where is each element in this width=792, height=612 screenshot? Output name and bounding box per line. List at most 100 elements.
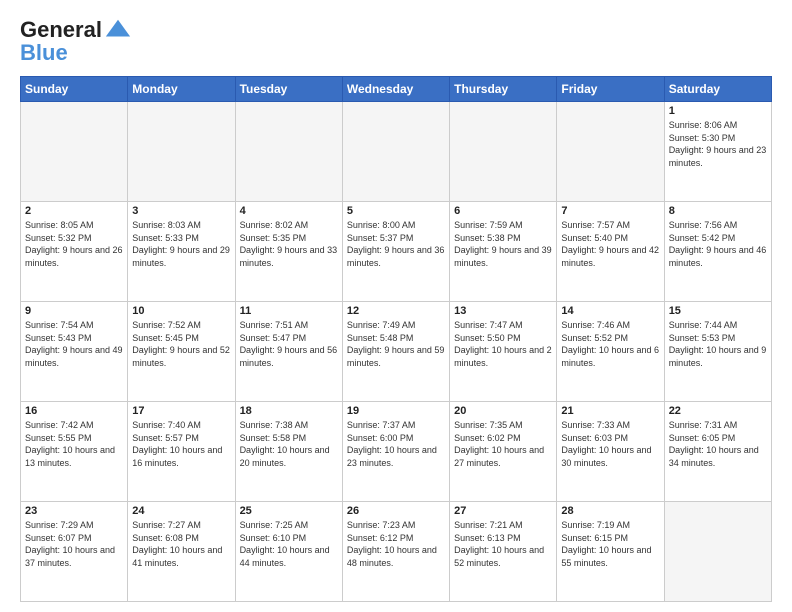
day-info: Sunrise: 8:02 AM Sunset: 5:35 PM Dayligh… — [240, 219, 338, 269]
day-info: Sunrise: 7:49 AM Sunset: 5:48 PM Dayligh… — [347, 319, 445, 369]
day-info: Sunrise: 7:19 AM Sunset: 6:15 PM Dayligh… — [561, 519, 659, 569]
day-number: 28 — [561, 505, 659, 517]
day-number: 11 — [240, 305, 338, 317]
day-cell: 11 Sunrise: 7:51 AM Sunset: 5:47 PM Dayli… — [235, 302, 342, 402]
day-info: Sunrise: 8:06 AM Sunset: 5:30 PM Dayligh… — [669, 119, 767, 169]
day-cell: 3 Sunrise: 8:03 AM Sunset: 5:33 PM Daylig… — [128, 202, 235, 302]
day-info: Sunrise: 7:59 AM Sunset: 5:38 PM Dayligh… — [454, 219, 552, 269]
day-info: Sunrise: 7:25 AM Sunset: 6:10 PM Dayligh… — [240, 519, 338, 569]
header: General Blue — [20, 16, 772, 66]
day-number: 10 — [132, 305, 230, 317]
day-cell — [342, 102, 449, 202]
day-cell: 27 Sunrise: 7:21 AM Sunset: 6:13 PM Dayli… — [450, 502, 557, 602]
day-number: 7 — [561, 205, 659, 217]
day-cell: 5Sunrise: 8:00 AM Sunset: 5:37 PM Daylig… — [342, 202, 449, 302]
day-info: Sunrise: 7:51 AM Sunset: 5:47 PM Dayligh… — [240, 319, 338, 369]
day-info: Sunrise: 7:46 AM Sunset: 5:52 PM Dayligh… — [561, 319, 659, 369]
day-number: 23 — [25, 505, 123, 517]
week-row-4: 16 Sunrise: 7:42 AM Sunset: 5:55 PM Dayli… — [21, 402, 772, 502]
day-cell: 18Sunrise: 7:38 AM Sunset: 5:58 PM Dayli… — [235, 402, 342, 502]
day-info: Sunrise: 8:00 AM Sunset: 5:37 PM Dayligh… — [347, 219, 445, 269]
calendar: SundayMondayTuesdayWednesdayThursdayFrid… — [20, 76, 772, 602]
day-cell: 13 Sunrise: 7:47 AM Sunset: 5:50 PM Dayli… — [450, 302, 557, 402]
day-number: 1 — [669, 105, 767, 117]
weekday-header-sunday: Sunday — [21, 77, 128, 102]
day-number: 8 — [669, 205, 767, 217]
day-cell: 14Sunrise: 7:46 AM Sunset: 5:52 PM Dayli… — [557, 302, 664, 402]
day-info: Sunrise: 7:42 AM Sunset: 5:55 PM Dayligh… — [25, 419, 123, 469]
day-number: 13 — [454, 305, 552, 317]
day-cell: 22 Sunrise: 7:31 AM Sunset: 6:05 PM Dayli… — [664, 402, 771, 502]
day-number: 22 — [669, 405, 767, 417]
day-info: Sunrise: 7:33 AM Sunset: 6:03 PM Dayligh… — [561, 419, 659, 469]
day-cell: 12 Sunrise: 7:49 AM Sunset: 5:48 PM Dayli… — [342, 302, 449, 402]
day-info: Sunrise: 7:56 AM Sunset: 5:42 PM Dayligh… — [669, 219, 767, 269]
page: General Blue SundayMondayTuesdayWednesda… — [0, 0, 792, 612]
day-cell: 15 Sunrise: 7:44 AM Sunset: 5:53 PM Dayli… — [664, 302, 771, 402]
day-cell — [450, 102, 557, 202]
day-info: Sunrise: 7:44 AM Sunset: 5:53 PM Dayligh… — [669, 319, 767, 369]
day-info: Sunrise: 7:23 AM Sunset: 6:12 PM Dayligh… — [347, 519, 445, 569]
day-number: 27 — [454, 505, 552, 517]
day-info: Sunrise: 7:52 AM Sunset: 5:45 PM Dayligh… — [132, 319, 230, 369]
day-cell — [557, 102, 664, 202]
day-cell: 25 Sunrise: 7:25 AM Sunset: 6:10 PM Dayli… — [235, 502, 342, 602]
day-number: 25 — [240, 505, 338, 517]
day-cell: 17Sunrise: 7:40 AM Sunset: 5:57 PM Dayli… — [128, 402, 235, 502]
day-cell: 19Sunrise: 7:37 AM Sunset: 6:00 PM Dayli… — [342, 402, 449, 502]
day-info: Sunrise: 8:03 AM Sunset: 5:33 PM Dayligh… — [132, 219, 230, 269]
weekday-header-row: SundayMondayTuesdayWednesdayThursdayFrid… — [21, 77, 772, 102]
week-row-2: 2 Sunrise: 8:05 AM Sunset: 5:32 PM Daylig… — [21, 202, 772, 302]
day-info: Sunrise: 7:31 AM Sunset: 6:05 PM Dayligh… — [669, 419, 767, 469]
day-info: Sunrise: 7:27 AM Sunset: 6:08 PM Dayligh… — [132, 519, 230, 569]
day-number: 2 — [25, 205, 123, 217]
weekday-header-saturday: Saturday — [664, 77, 771, 102]
day-number: 4 — [240, 205, 338, 217]
weekday-header-thursday: Thursday — [450, 77, 557, 102]
weekday-header-tuesday: Tuesday — [235, 77, 342, 102]
day-number: 18 — [240, 405, 338, 417]
day-cell: 24 Sunrise: 7:27 AM Sunset: 6:08 PM Dayli… — [128, 502, 235, 602]
week-row-1: 1 Sunrise: 8:06 AM Sunset: 5:30 PM Daylig… — [21, 102, 772, 202]
day-cell: 9 Sunrise: 7:54 AM Sunset: 5:43 PM Daylig… — [21, 302, 128, 402]
day-info: Sunrise: 7:29 AM Sunset: 6:07 PM Dayligh… — [25, 519, 123, 569]
day-cell: 6 Sunrise: 7:59 AM Sunset: 5:38 PM Daylig… — [450, 202, 557, 302]
day-number: 9 — [25, 305, 123, 317]
day-info: Sunrise: 7:57 AM Sunset: 5:40 PM Dayligh… — [561, 219, 659, 269]
day-cell — [128, 102, 235, 202]
logo: General Blue — [20, 16, 132, 66]
weekday-header-friday: Friday — [557, 77, 664, 102]
day-info: Sunrise: 7:35 AM Sunset: 6:02 PM Dayligh… — [454, 419, 552, 469]
day-number: 26 — [347, 505, 445, 517]
day-cell: 23 Sunrise: 7:29 AM Sunset: 6:07 PM Dayli… — [21, 502, 128, 602]
day-number: 15 — [669, 305, 767, 317]
day-info: Sunrise: 8:05 AM Sunset: 5:32 PM Dayligh… — [25, 219, 123, 269]
day-cell: 7 Sunrise: 7:57 AM Sunset: 5:40 PM Daylig… — [557, 202, 664, 302]
day-cell: 2 Sunrise: 8:05 AM Sunset: 5:32 PM Daylig… — [21, 202, 128, 302]
day-number: 19 — [347, 405, 445, 417]
day-info: Sunrise: 7:47 AM Sunset: 5:50 PM Dayligh… — [454, 319, 552, 369]
day-number: 16 — [25, 405, 123, 417]
logo-icon — [104, 16, 132, 44]
week-row-5: 23 Sunrise: 7:29 AM Sunset: 6:07 PM Dayli… — [21, 502, 772, 602]
day-cell: 21 Sunrise: 7:33 AM Sunset: 6:03 PM Dayli… — [557, 402, 664, 502]
day-number: 12 — [347, 305, 445, 317]
day-number: 24 — [132, 505, 230, 517]
day-number: 6 — [454, 205, 552, 217]
weekday-header-monday: Monday — [128, 77, 235, 102]
day-cell: 28 Sunrise: 7:19 AM Sunset: 6:15 PM Dayli… — [557, 502, 664, 602]
day-cell — [664, 502, 771, 602]
weekday-header-wednesday: Wednesday — [342, 77, 449, 102]
day-cell: 20 Sunrise: 7:35 AM Sunset: 6:02 PM Dayli… — [450, 402, 557, 502]
day-cell: 4 Sunrise: 8:02 AM Sunset: 5:35 PM Daylig… — [235, 202, 342, 302]
day-number: 3 — [132, 205, 230, 217]
day-info: Sunrise: 7:21 AM Sunset: 6:13 PM Dayligh… — [454, 519, 552, 569]
day-cell: 26 Sunrise: 7:23 AM Sunset: 6:12 PM Dayli… — [342, 502, 449, 602]
day-number: 21 — [561, 405, 659, 417]
week-row-3: 9 Sunrise: 7:54 AM Sunset: 5:43 PM Daylig… — [21, 302, 772, 402]
day-cell: 16 Sunrise: 7:42 AM Sunset: 5:55 PM Dayli… — [21, 402, 128, 502]
day-info: Sunrise: 7:54 AM Sunset: 5:43 PM Dayligh… — [25, 319, 123, 369]
day-info: Sunrise: 7:40 AM Sunset: 5:57 PM Dayligh… — [132, 419, 230, 469]
day-cell: 1 Sunrise: 8:06 AM Sunset: 5:30 PM Daylig… — [664, 102, 771, 202]
day-number: 20 — [454, 405, 552, 417]
